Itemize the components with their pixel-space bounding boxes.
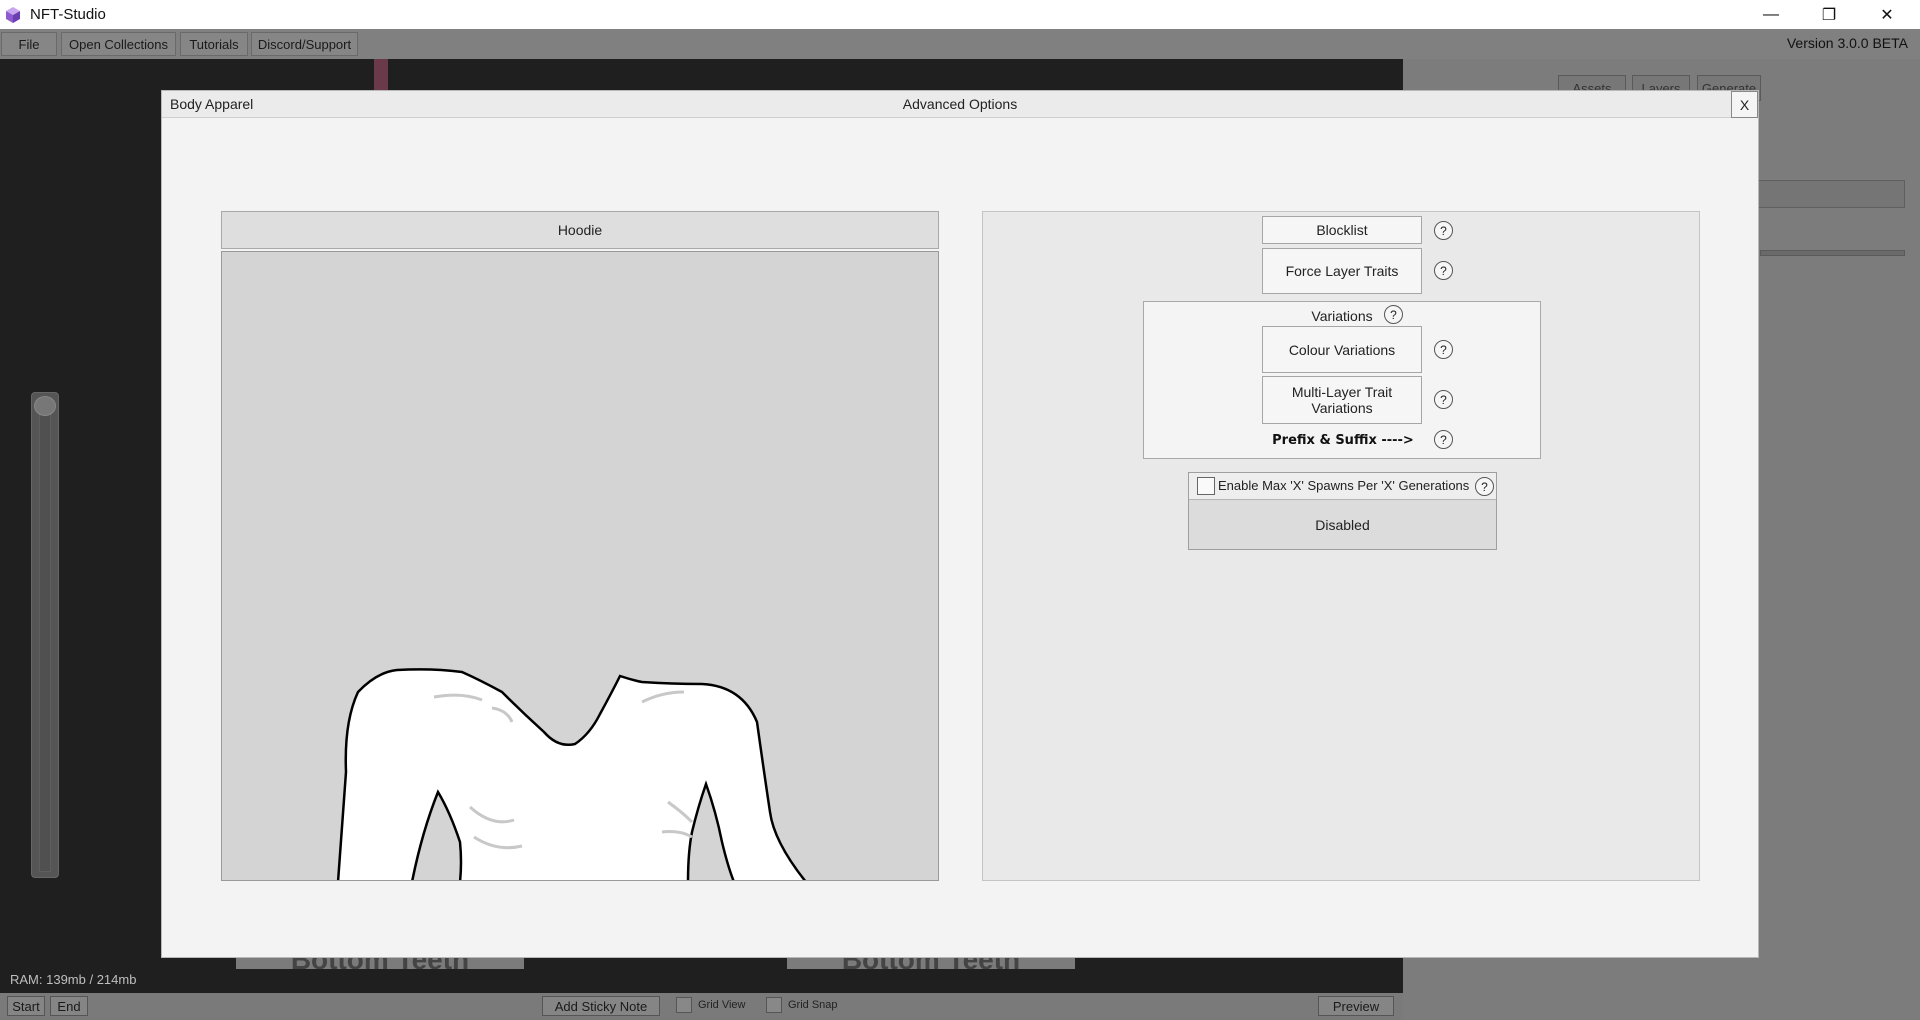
modal-close-button[interactable]: X xyxy=(1731,91,1758,118)
colour-variations-help-icon[interactable]: ? xyxy=(1434,340,1453,359)
restore-button[interactable]: ❐ xyxy=(1800,0,1858,29)
multi-layer-trait-variations-button[interactable]: Multi-Layer Trait Variations xyxy=(1262,376,1422,424)
variations-label: Variations xyxy=(1311,308,1373,324)
max-spawns-header: Enable Max 'X' Spawns Per 'X' Generation… xyxy=(1189,473,1496,500)
zoom-slider-handle[interactable] xyxy=(34,396,56,416)
blocklist-button[interactable]: Blocklist xyxy=(1262,216,1422,244)
minimize-button[interactable]: — xyxy=(1742,0,1800,29)
grid-snap-checkbox[interactable] xyxy=(766,997,782,1013)
hoodie-image xyxy=(336,668,807,880)
modal-title: Advanced Options xyxy=(902,96,1018,112)
window-titlebar: NFT-Studio — ❐ ✕ xyxy=(0,0,1920,29)
trait-preview xyxy=(221,251,939,881)
panel-progress xyxy=(1760,250,1905,256)
prefix-suffix-help-icon[interactable]: ? xyxy=(1434,430,1453,449)
window-close-button[interactable]: ✕ xyxy=(1858,0,1916,29)
blocklist-help-icon[interactable]: ? xyxy=(1434,221,1453,240)
max-spawns-status: Disabled xyxy=(1315,517,1370,533)
menu-open-collections[interactable]: Open Collections xyxy=(61,32,176,56)
add-sticky-note-button[interactable]: Add Sticky Note xyxy=(542,996,660,1016)
zoom-slider-track xyxy=(39,414,51,872)
max-spawns-help-icon[interactable]: ? xyxy=(1475,477,1494,496)
prefix-suffix-link[interactable]: Prefix & Suffix ----> xyxy=(1262,433,1424,448)
canvas-node-edge xyxy=(374,59,388,91)
start-button[interactable]: Start xyxy=(7,996,45,1016)
multi-layer-variations-help-icon[interactable]: ? xyxy=(1434,390,1453,409)
advanced-options-modal: Advanced Options Body Apparel X Hoodie B… xyxy=(161,90,1759,958)
menu-discord-support[interactable]: Discord/Support xyxy=(251,32,358,56)
ram-usage: RAM: 139mb / 214mb xyxy=(10,972,137,987)
force-layer-traits-button[interactable]: Force Layer Traits xyxy=(1262,248,1422,294)
colour-variations-button[interactable]: Colour Variations xyxy=(1262,326,1422,373)
modal-layer-name: Body Apparel xyxy=(170,96,254,112)
trait-name: Hoodie xyxy=(221,211,939,249)
max-spawns-group: Enable Max 'X' Spawns Per 'X' Generation… xyxy=(1188,472,1497,550)
variations-group: Variations ? Colour Variations ? Multi-L… xyxy=(1143,301,1541,459)
preview-button[interactable]: Preview xyxy=(1318,996,1394,1016)
version-label: Version 3.0.0 BETA xyxy=(1786,35,1908,51)
force-layer-traits-help-icon[interactable]: ? xyxy=(1434,261,1453,280)
window-title: NFT-Studio xyxy=(30,6,106,23)
minimize-icon: — xyxy=(1763,5,1779,23)
end-button[interactable]: End xyxy=(50,996,88,1016)
close-icon: ✕ xyxy=(1880,6,1894,24)
panel-input[interactable] xyxy=(1755,180,1905,208)
menu-tutorials[interactable]: Tutorials xyxy=(180,32,248,56)
restore-icon: ❐ xyxy=(1821,6,1837,24)
options-panel: Blocklist ? Force Layer Traits ? Variati… xyxy=(982,211,1700,881)
max-spawns-label: Enable Max 'X' Spawns Per 'X' Generation… xyxy=(1218,478,1470,493)
variations-help-icon[interactable]: ? xyxy=(1384,305,1403,324)
max-spawns-checkbox[interactable] xyxy=(1197,477,1215,495)
menu-bar: File Open Collections Tutorials Discord/… xyxy=(0,29,1920,59)
modal-header: Advanced Options Body Apparel X xyxy=(162,91,1758,118)
grid-snap-label: Grid Snap xyxy=(788,999,838,1011)
grid-view-label: Grid View xyxy=(698,999,746,1011)
grid-view-checkbox[interactable] xyxy=(676,997,692,1013)
app-cube-icon xyxy=(6,6,20,23)
menu-file[interactable]: File xyxy=(1,32,57,56)
